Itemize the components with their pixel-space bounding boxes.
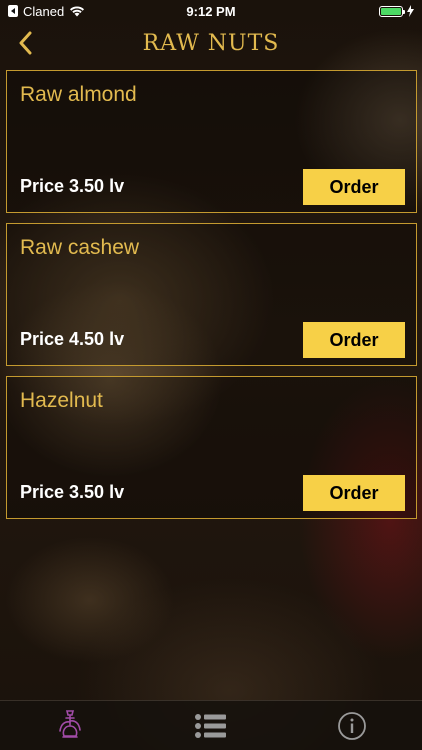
order-button[interactable]: Order [303, 475, 405, 511]
product-name: Raw cashew [20, 236, 140, 259]
product-card: Raw cashew Price 4.50 lv Order [6, 223, 417, 366]
status-bar: Claned 9:12 PM [0, 0, 422, 22]
hookah-icon [59, 709, 82, 738]
tab-info[interactable] [281, 701, 422, 750]
carrier-name: Claned [23, 3, 65, 19]
status-left: Claned [8, 4, 85, 19]
product-list: Raw almond Price 3.50 lv Order Raw cashe… [6, 70, 417, 529]
battery-level [381, 7, 401, 15]
tab-hookah[interactable] [0, 701, 141, 750]
product-price: Price 3.50 lv [20, 176, 125, 196]
back-button[interactable] [10, 28, 40, 58]
order-button[interactable]: Order [303, 169, 405, 205]
product-card: Hazelnut Price 3.50 lv Order [6, 376, 417, 519]
tab-list[interactable] [141, 701, 282, 750]
product-price: Price 3.50 lv [20, 482, 125, 502]
wifi-icon [70, 6, 85, 17]
list-icon [195, 713, 226, 738]
status-right [379, 5, 414, 17]
back-to-app-icon[interactable] [8, 5, 18, 17]
chevron-left-icon [19, 31, 32, 55]
tab-bar [0, 700, 422, 750]
order-button[interactable]: Order [303, 322, 405, 358]
product-card: Raw almond Price 3.50 lv Order [6, 70, 417, 213]
product-name: Hazelnut [20, 389, 103, 412]
navigation-bar: RAW NUTS [0, 22, 422, 64]
battery-icon [379, 5, 405, 17]
charging-icon [407, 5, 414, 17]
product-price: Price 4.50 lv [20, 329, 125, 349]
info-icon [337, 711, 366, 740]
product-name: Raw almond [20, 83, 137, 106]
page-title: RAW NUTS [142, 30, 280, 56]
